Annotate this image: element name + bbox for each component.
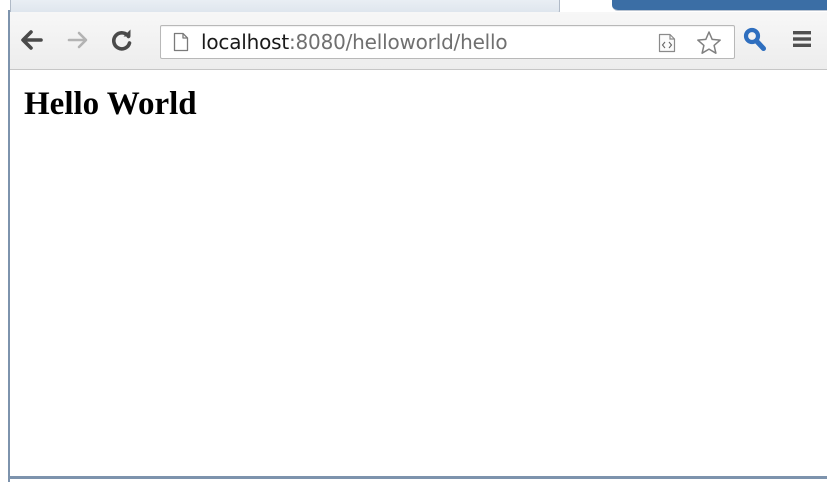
reload-icon bbox=[110, 28, 134, 52]
page-source-icon[interactable] bbox=[658, 33, 676, 58]
menu-icon[interactable] bbox=[791, 28, 813, 55]
page-content: Hello World bbox=[10, 70, 827, 476]
address-bar[interactable]: localhost:8080/helloworld/hello bbox=[160, 25, 735, 59]
page-heading: Hello World bbox=[24, 86, 197, 122]
forward-arrow-icon bbox=[66, 30, 90, 50]
url-path: :8080/helloworld/hello bbox=[288, 30, 508, 54]
browser-window: localhost:8080/helloworld/hello Hello Wo… bbox=[0, 0, 827, 482]
window-caption bbox=[612, 0, 827, 11]
page-icon bbox=[173, 32, 189, 57]
window-frame-bottom bbox=[8, 476, 827, 479]
window-frame-left bbox=[0, 10, 10, 482]
back-button[interactable] bbox=[18, 26, 46, 54]
back-arrow-icon bbox=[20, 30, 44, 50]
url-text[interactable]: localhost:8080/helloworld/hello bbox=[201, 29, 508, 55]
search-icon[interactable] bbox=[743, 27, 767, 58]
forward-button[interactable] bbox=[64, 26, 92, 54]
url-host: localhost bbox=[201, 30, 289, 54]
star-icon[interactable] bbox=[696, 30, 722, 61]
reload-button[interactable] bbox=[108, 26, 136, 54]
tab-strip bbox=[0, 0, 827, 13]
browser-toolbar: localhost:8080/helloworld/hello bbox=[10, 12, 827, 70]
